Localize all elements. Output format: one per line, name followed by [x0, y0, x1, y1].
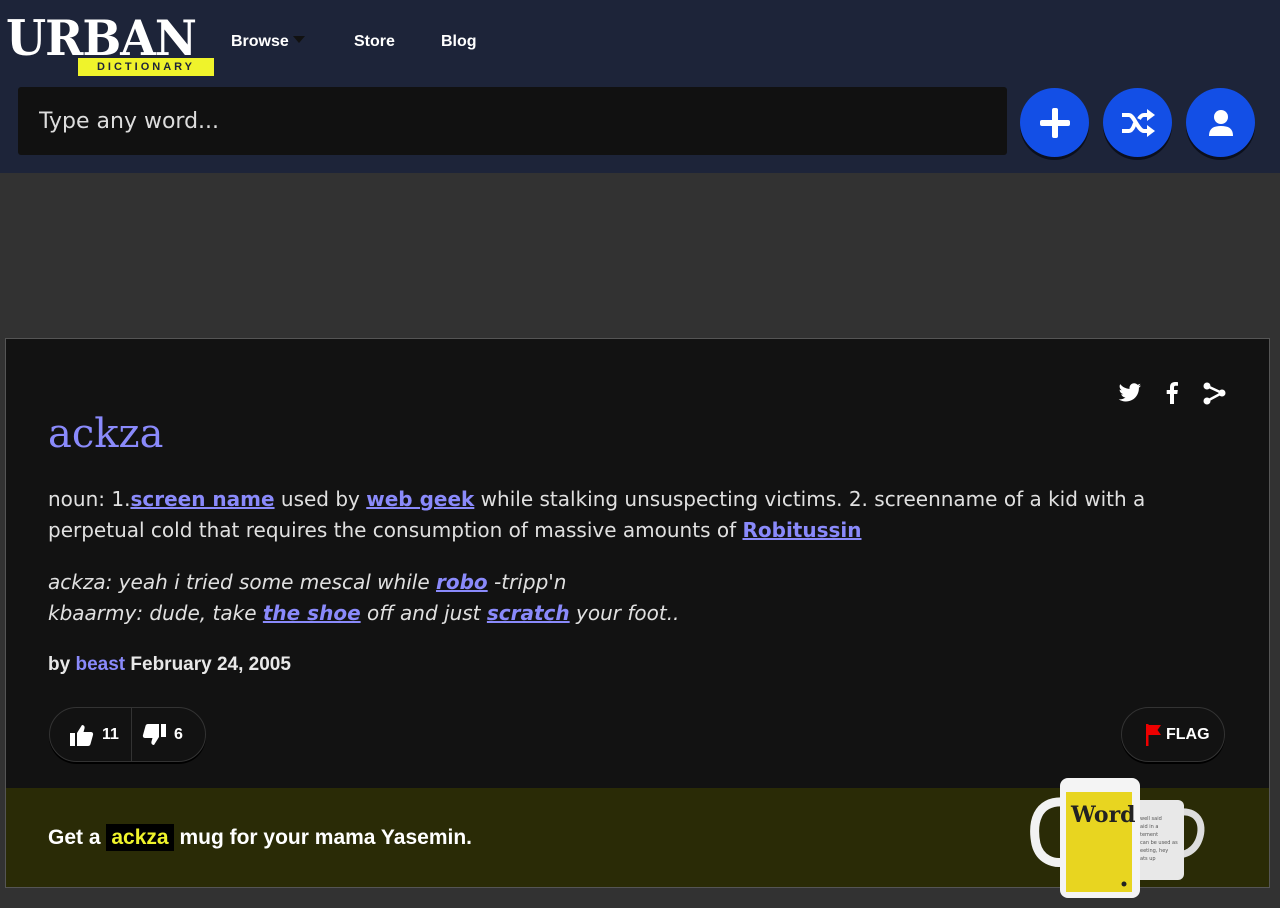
caret-down-icon	[292, 36, 305, 44]
facebook-icon	[1166, 382, 1178, 404]
user-account-button[interactable]	[1186, 88, 1255, 157]
svg-text:tement: tement	[1140, 832, 1158, 838]
post-date: February 24, 2005	[130, 654, 291, 675]
svg-text:eeting, hey: eeting, hey	[1140, 848, 1168, 854]
nav-browse-label: Browse	[231, 33, 289, 50]
link-web-geek[interactable]: web geek	[366, 487, 474, 511]
share-icon	[1203, 382, 1226, 405]
meaning-text: used by	[274, 487, 367, 511]
upvote-button[interactable]: 11	[50, 708, 132, 761]
example-text: ackza: yeah i tried some mescal while	[48, 570, 436, 594]
mug-image[interactable]: well said aid in a tement can be used as…	[1030, 772, 1210, 902]
link-the-shoe[interactable]: the shoe	[263, 601, 361, 625]
logo-subtitle: DICTIONARY	[78, 58, 214, 76]
promo-prefix: Get a	[48, 826, 101, 849]
meaning-text: noun: 1.	[48, 487, 131, 511]
nav-blog[interactable]: Blog	[441, 30, 477, 54]
site-header: URBAN DICTIONARY Browse Store Blog	[0, 0, 1280, 173]
definition-example: ackza: yeah i tried some mescal while ro…	[48, 567, 1218, 629]
link-robitussin[interactable]: Robitussin	[742, 518, 861, 542]
user-icon	[1208, 109, 1233, 136]
share-button[interactable]	[1201, 380, 1227, 406]
search-input[interactable]	[18, 87, 1007, 155]
mug-word-text: Word	[1070, 802, 1136, 828]
flag-button[interactable]: FLAG	[1121, 707, 1225, 762]
nav-store[interactable]: Store	[354, 30, 395, 54]
link-robo[interactable]: robo	[436, 570, 488, 594]
promo-text[interactable]: Get a ackza mug for your mama Yasemin.	[48, 822, 472, 854]
vote-controls: 11 6	[49, 707, 206, 762]
example-text: your foot..	[569, 601, 680, 625]
svg-text:ats up: ats up	[1140, 856, 1156, 862]
promo-suffix: mug for your mama Yasemin.	[179, 826, 472, 849]
by-label: by	[48, 654, 71, 675]
add-definition-button[interactable]	[1020, 88, 1089, 157]
example-text: -tripp'n	[487, 570, 567, 594]
author-link[interactable]: beast	[75, 654, 125, 675]
contributor-byline: by beast February 24, 2005	[48, 652, 291, 678]
thumbs-down-icon	[142, 723, 166, 745]
urban-dictionary-logo[interactable]: URBAN DICTIONARY	[6, 8, 214, 78]
plus-icon	[1039, 107, 1070, 138]
definition-meaning: noun: 1.screen name used by web geek whi…	[48, 484, 1218, 546]
random-word-button[interactable]	[1103, 88, 1172, 157]
link-screen-name[interactable]: screen name	[130, 487, 274, 511]
nav-browse[interactable]: Browse	[231, 30, 305, 54]
example-text: kbaarmy: dude, take	[48, 601, 263, 625]
svg-text:aid in a: aid in a	[1140, 824, 1158, 830]
svg-text:can be used as: can be used as	[1140, 840, 1178, 846]
shuffle-icon	[1121, 108, 1155, 137]
svg-text:well said: well said	[1140, 816, 1162, 822]
promo-word-highlight: ackza	[106, 824, 174, 851]
downvote-button[interactable]: 6	[132, 708, 183, 761]
thumbs-up-icon	[70, 724, 94, 746]
downvote-count: 6	[174, 725, 183, 743]
flag-icon	[1146, 723, 1161, 746]
word-title[interactable]: ackza	[48, 406, 163, 462]
twitter-icon	[1118, 383, 1141, 402]
link-scratch[interactable]: scratch	[487, 601, 570, 625]
upvote-count: 11	[102, 725, 119, 743]
share-twitter-button[interactable]	[1117, 380, 1143, 406]
share-facebook-button[interactable]	[1159, 380, 1185, 406]
example-text: off and just	[360, 601, 487, 625]
flag-label: FLAG	[1166, 725, 1210, 743]
